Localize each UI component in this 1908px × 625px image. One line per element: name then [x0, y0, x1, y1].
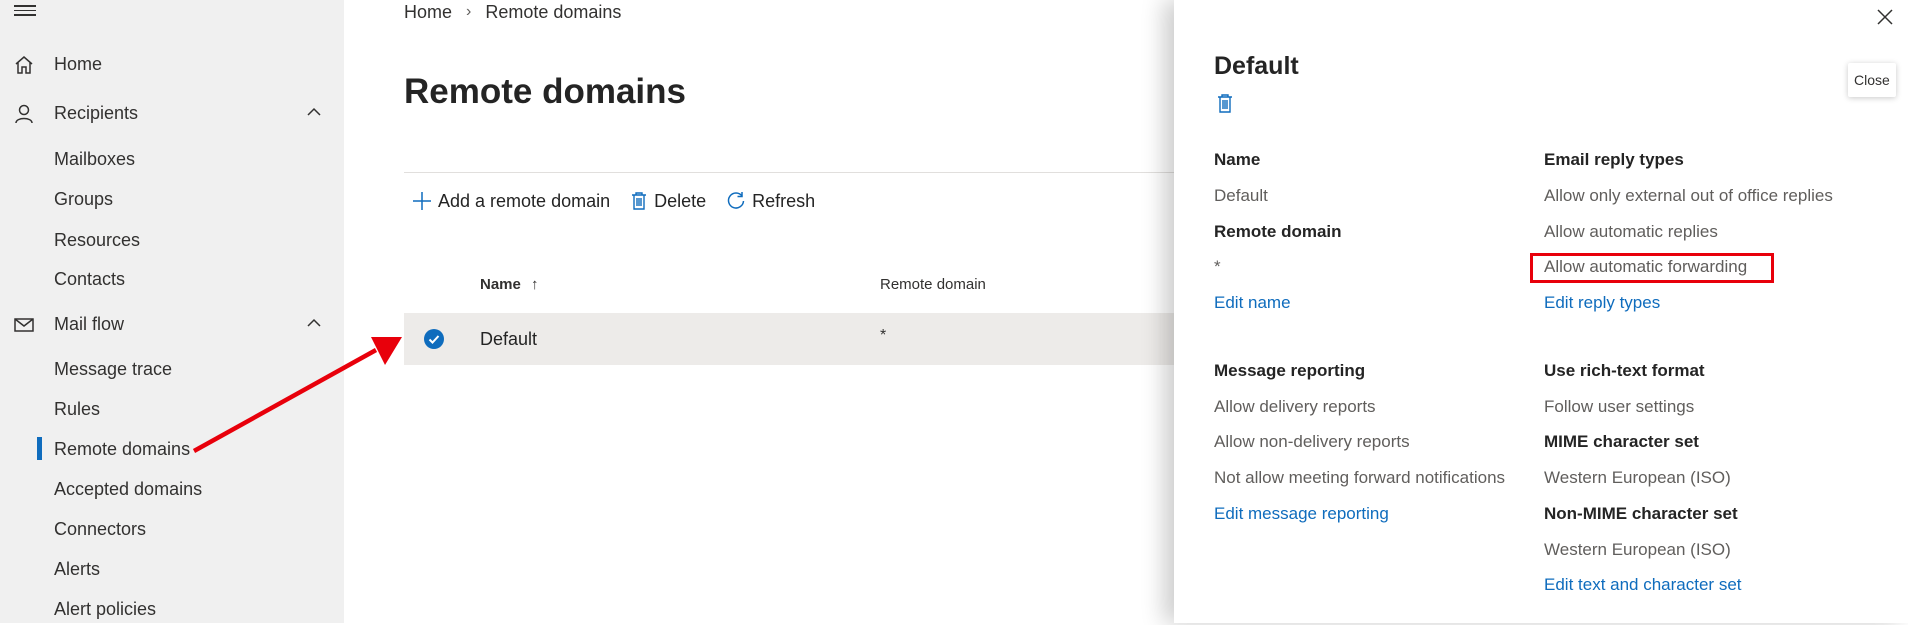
- sidebar-item-label: Home: [54, 53, 103, 74]
- divider: [404, 172, 1174, 173]
- mime-charset-value: Western European (ISO): [1544, 468, 1731, 487]
- row-remote-domain: *: [880, 327, 887, 344]
- message-reporting-value: Allow non-delivery reports: [1214, 432, 1410, 451]
- mail-icon: [14, 318, 34, 332]
- person-icon: [15, 104, 33, 124]
- sidebar-subitem-accepted-domains[interactable]: Accepted domains: [54, 473, 202, 505]
- row-name: Default: [480, 329, 538, 349]
- message-reporting-value: Not allow meeting forward notifications: [1214, 468, 1506, 487]
- sidebar-subitem-mailboxes[interactable]: Mailboxes: [54, 143, 135, 175]
- rich-text-label: Use rich-text format: [1544, 361, 1705, 380]
- rich-text-value: Follow user settings: [1544, 397, 1695, 416]
- details-panel: Close Default Name Default Remote domain…: [1174, 0, 1908, 623]
- breadcrumb-home[interactable]: Home: [404, 2, 452, 23]
- non-mime-charset-value: Western European (ISO): [1544, 540, 1731, 559]
- hamburger-menu-icon[interactable]: [14, 2, 36, 20]
- breadcrumb: Home › Remote domains: [404, 0, 621, 24]
- edit-text-charset-link[interactable]: Edit text and character set: [1544, 575, 1742, 595]
- column-header-remote-domain[interactable]: Remote domain: [880, 276, 986, 293]
- toolbar: Add a remote domain Delete Refresh: [412, 186, 835, 216]
- delete-button[interactable]: Delete: [630, 191, 706, 212]
- add-remote-domain-button[interactable]: Add a remote domain: [412, 191, 610, 212]
- home-icon: [15, 56, 33, 74]
- sidebar-subitem-connectors[interactable]: Connectors: [54, 513, 146, 545]
- message-reporting-label: Message reporting: [1214, 361, 1366, 380]
- refresh-button[interactable]: Refresh: [726, 191, 815, 212]
- panel-title: Default: [1214, 52, 1299, 80]
- page-title: Remote domains: [404, 72, 686, 111]
- column-header-name[interactable]: Name ↑: [480, 276, 539, 293]
- sidebar-subitem-alert-policies[interactable]: Alert policies: [54, 593, 156, 625]
- sidebar-subitem-message-trace[interactable]: Message trace: [54, 353, 172, 385]
- sidebar-subitem-alerts[interactable]: Alerts: [54, 553, 100, 585]
- chevron-right-icon: ›: [466, 3, 472, 20]
- sidebar-subitem-contacts[interactable]: Contacts: [54, 263, 125, 295]
- breadcrumb-current: Remote domains: [485, 1, 622, 22]
- edit-reply-types-link[interactable]: Edit reply types: [1544, 293, 1660, 313]
- sidebar-subitem-resources[interactable]: Resources: [54, 224, 140, 256]
- email-reply-value: Allow automatic replies: [1544, 222, 1718, 241]
- close-tooltip: Close: [1848, 63, 1896, 97]
- trash-icon: [632, 192, 647, 210]
- email-reply-value: Allow only external out of office replie…: [1544, 186, 1833, 205]
- chevron-up-icon[interactable]: [306, 317, 322, 329]
- column-header-label: Name: [480, 276, 521, 293]
- annotation-arrow: [192, 337, 402, 453]
- sidebar-subitem-remote-domains[interactable]: Remote domains: [54, 433, 190, 465]
- remote-domain-label: Remote domain: [1214, 222, 1342, 241]
- email-reply-types-label: Email reply types: [1544, 150, 1684, 169]
- non-mime-charset-label: Non-MIME character set: [1544, 504, 1738, 523]
- sidebar-item-home[interactable]: Home: [0, 46, 344, 82]
- name-label: Name: [1214, 150, 1261, 169]
- chevron-up-icon[interactable]: [306, 106, 322, 118]
- add-remote-domain-label: Add a remote domain: [438, 190, 611, 211]
- sidebar-subitem-rules[interactable]: Rules: [54, 393, 100, 425]
- delete-label: Delete: [654, 190, 707, 211]
- sidebar: Home Recipients Mailboxes Groups Resourc…: [0, 0, 344, 623]
- sort-ascending-icon: ↑: [531, 276, 539, 293]
- table-row[interactable]: Default *: [404, 313, 1174, 365]
- edit-name-link[interactable]: Edit name: [1214, 293, 1291, 313]
- refresh-label: Refresh: [752, 190, 816, 211]
- edit-message-reporting-link[interactable]: Edit message reporting: [1214, 504, 1389, 524]
- remote-domain-value: *: [1214, 257, 1221, 276]
- checkmark-circle-icon[interactable]: [424, 329, 444, 349]
- message-reporting-value: Allow delivery reports: [1214, 397, 1376, 416]
- plus-icon: [413, 192, 431, 210]
- trash-icon[interactable]: [1216, 92, 1234, 114]
- sidebar-subitem-groups[interactable]: Groups: [54, 183, 113, 215]
- sidebar-item-label: Recipients: [54, 102, 139, 123]
- selected-indicator: [37, 437, 42, 460]
- sidebar-item-label: Mail flow: [54, 313, 125, 334]
- sidebar-item-recipients[interactable]: Recipients: [0, 95, 344, 131]
- name-value: Default: [1214, 186, 1268, 205]
- close-icon[interactable]: [1874, 6, 1896, 28]
- annotation-highlight-box: [1530, 253, 1774, 283]
- refresh-icon: [727, 192, 745, 209]
- mime-charset-label: MIME character set: [1544, 432, 1699, 451]
